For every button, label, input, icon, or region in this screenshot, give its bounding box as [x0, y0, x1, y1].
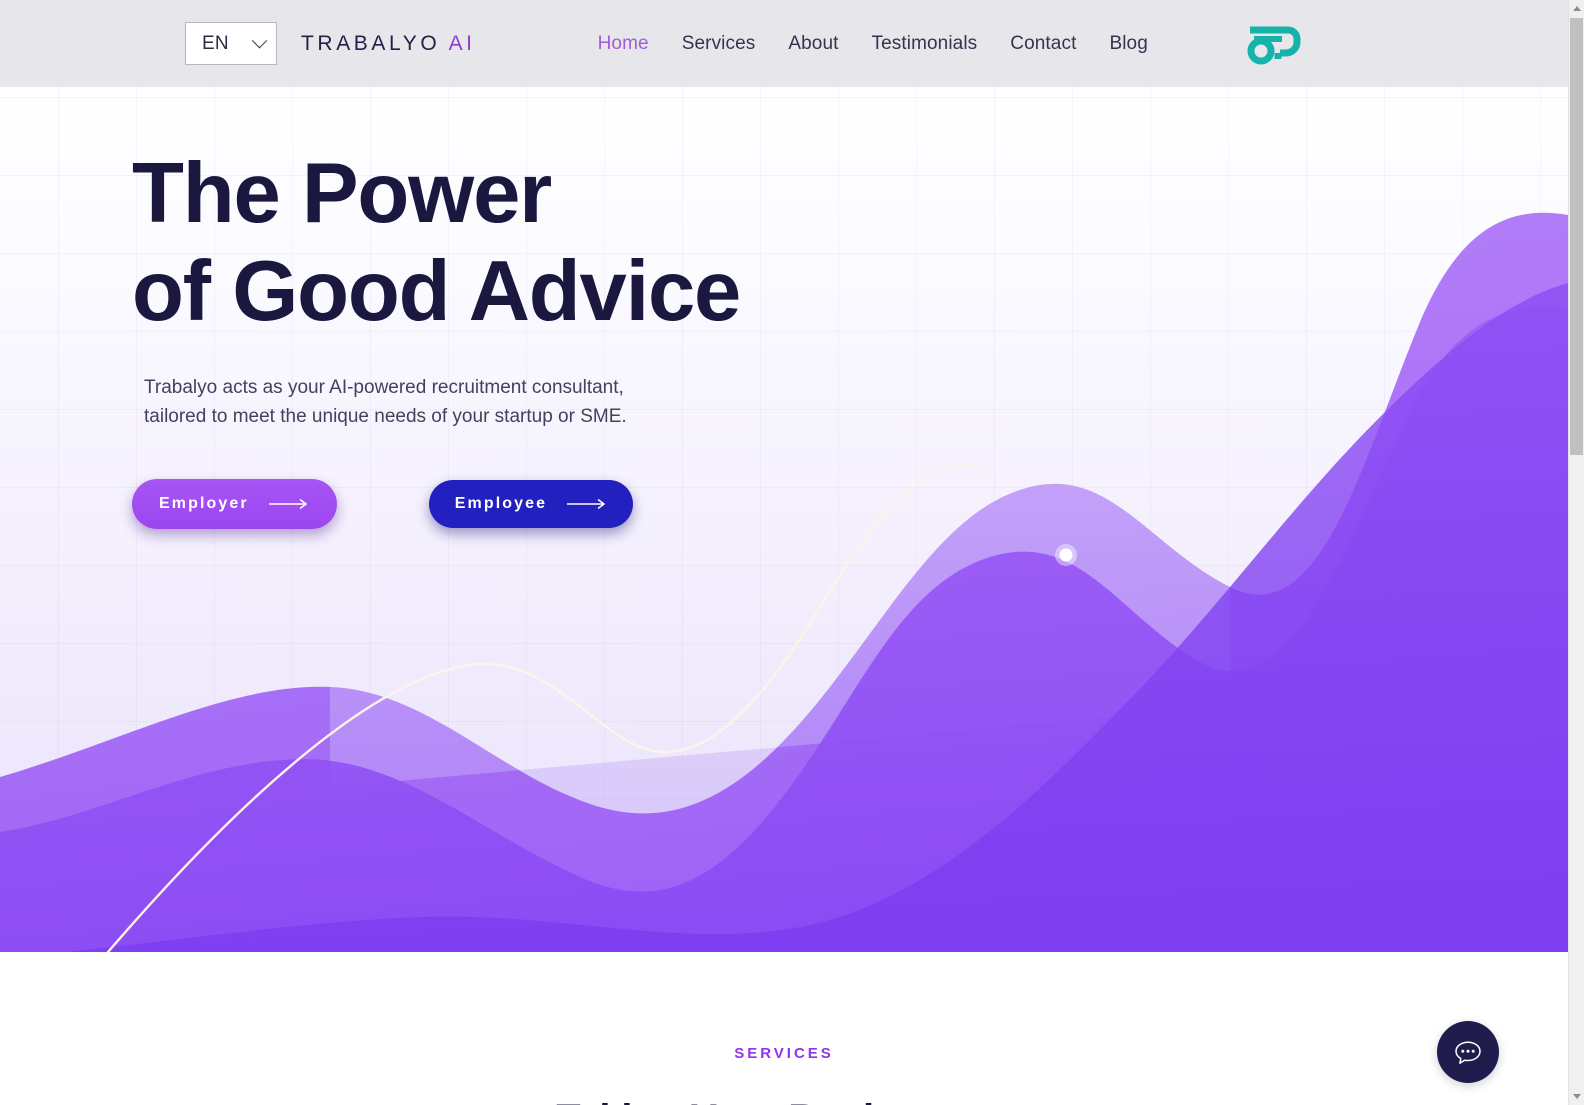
page-root: EN TRABALYO AI Home Services About Testi… [0, 0, 1568, 1105]
employee-button[interactable]: Employee [428, 480, 634, 528]
arrow-right-icon [268, 498, 311, 510]
chat-widget-button[interactable] [1437, 1021, 1499, 1083]
chat-bubble-icon [1455, 1040, 1481, 1064]
employer-button[interactable]: Employer [132, 479, 337, 529]
brand-name: TRABALYO [301, 31, 441, 55]
nav-item-services[interactable]: Services [682, 33, 756, 55]
language-selector[interactable]: EN [185, 22, 277, 65]
scrollbar-thumb[interactable] [1570, 18, 1583, 455]
site-header: EN TRABALYO AI Home Services About Testi… [0, 0, 1568, 87]
hero-section: The Power of Good Advice Trabalyo acts a… [0, 87, 1568, 952]
nav-item-about[interactable]: About [788, 33, 838, 55]
services-section: SERVICES Taking Your Business to [0, 952, 1568, 1105]
trabalyo-glyph-icon[interactable] [1242, 21, 1304, 67]
arrow-right-icon [567, 498, 609, 510]
brand-suffix: AI [448, 31, 476, 55]
main-navigation: Home Services About Testimonials Contact… [598, 33, 1148, 55]
scroll-up-arrow-icon[interactable] [1569, 0, 1584, 17]
employer-button-label: Employer [159, 495, 249, 512]
services-heading: Taking Your Business to [0, 1094, 1568, 1105]
hero-subtext: Trabalyo acts as your AI-powered recruit… [144, 377, 627, 427]
nav-item-home[interactable]: Home [598, 33, 649, 55]
scroll-down-arrow-icon[interactable] [1569, 1088, 1584, 1105]
language-selector-value: EN [202, 32, 229, 54]
page-scrollbar[interactable] [1568, 0, 1584, 1105]
brand-logo-text[interactable]: TRABALYO AI [301, 32, 476, 56]
page-title: The Power of Good Advice [132, 146, 741, 339]
trend-dot [1059, 548, 1073, 562]
services-eyebrow-label: SERVICES [734, 1045, 834, 1062]
nav-item-contact[interactable]: Contact [1010, 33, 1076, 55]
chevron-down-icon [251, 32, 268, 49]
hero-content: The Power of Good Advice Trabalyo acts a… [132, 145, 741, 529]
nav-item-blog[interactable]: Blog [1109, 33, 1147, 55]
employee-button-label: Employee [454, 495, 548, 512]
nav-item-testimonials[interactable]: Testimonials [872, 33, 978, 55]
hero-cta-row: Employer Employee [132, 479, 740, 529]
